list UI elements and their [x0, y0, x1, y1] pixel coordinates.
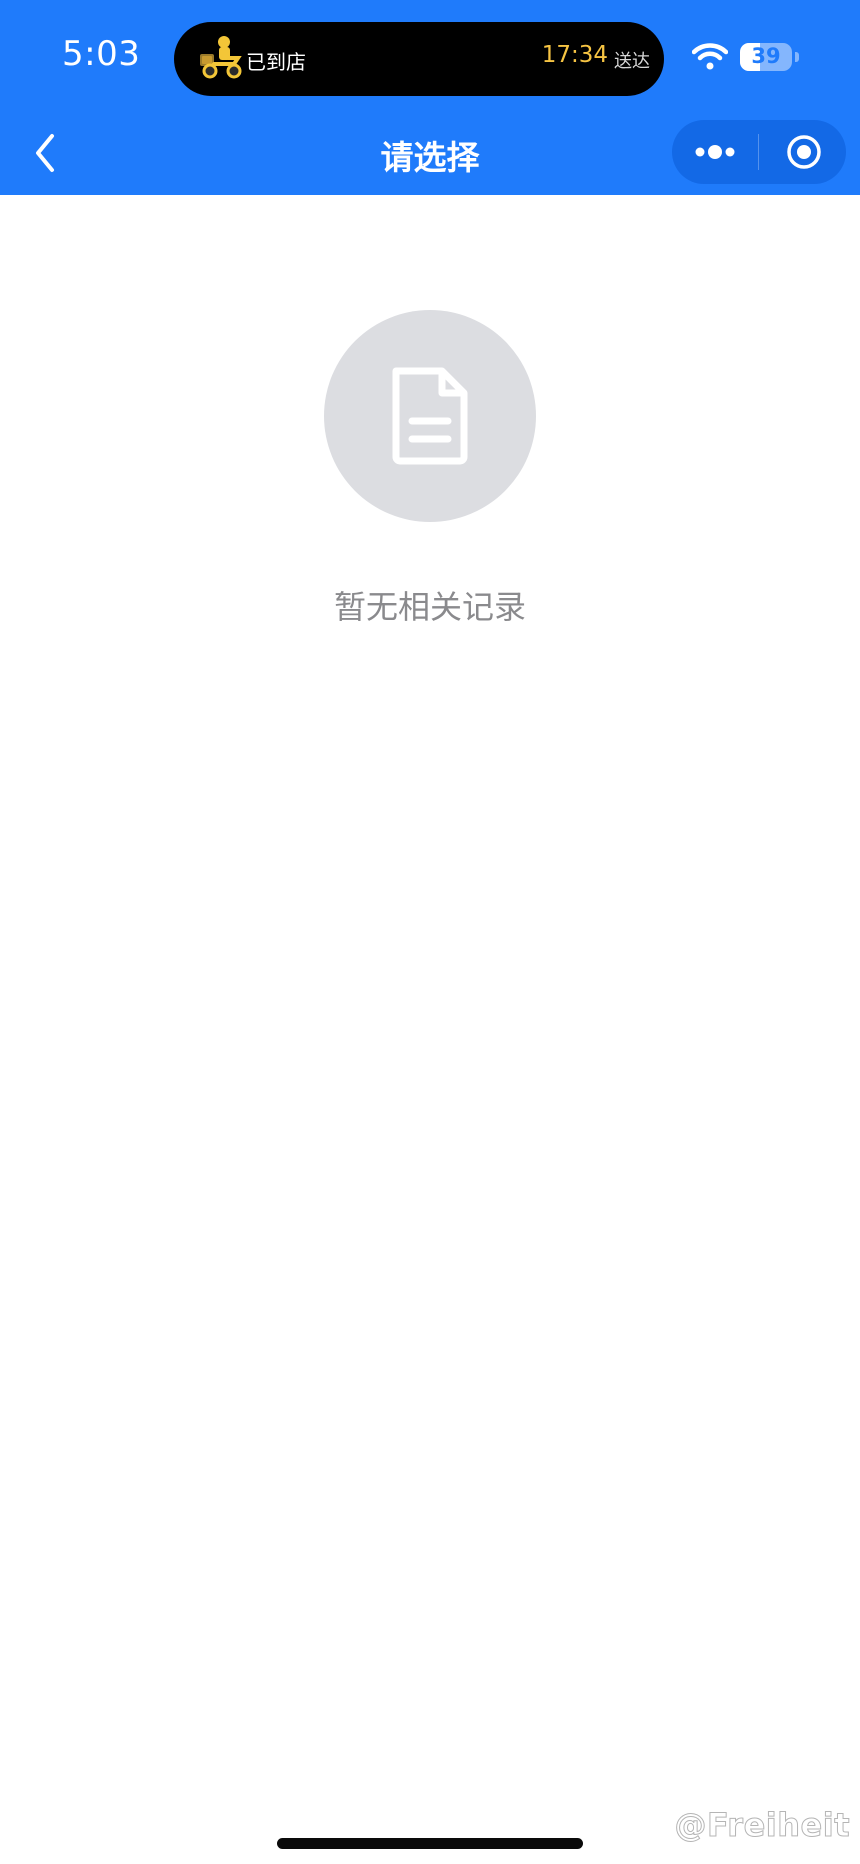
delivery-eta-suffix: 送达: [614, 51, 650, 72]
more-button[interactable]: [672, 120, 758, 184]
target-close-icon: [787, 135, 821, 169]
home-indicator[interactable]: [277, 1838, 583, 1849]
battery-level: 39: [751, 44, 781, 68]
more-dots-icon: [695, 145, 735, 159]
watermark: @Freiheit: [674, 1806, 850, 1845]
live-activity-island[interactable]: 已到店 17:34 送达: [174, 22, 664, 96]
delivery-status: 已到店: [246, 50, 306, 74]
wifi-icon: [692, 43, 728, 70]
capsule-divider: [758, 134, 759, 170]
document-icon: [392, 367, 468, 465]
header: 5:03 已到店 17:34 送达 39 请选择: [0, 0, 860, 195]
battery-tip: [795, 52, 799, 62]
mini-program-capsule: [672, 120, 846, 184]
empty-state-illustration: [324, 310, 536, 522]
delivery-eta: 17:34: [541, 42, 608, 68]
battery-indicator: 39: [740, 43, 792, 71]
status-time: 5:03: [62, 34, 141, 74]
close-mini-program-button[interactable]: [760, 120, 846, 184]
delivery-rider-icon: [200, 36, 242, 79]
empty-state-message: 暂无相关记录: [333, 588, 526, 626]
